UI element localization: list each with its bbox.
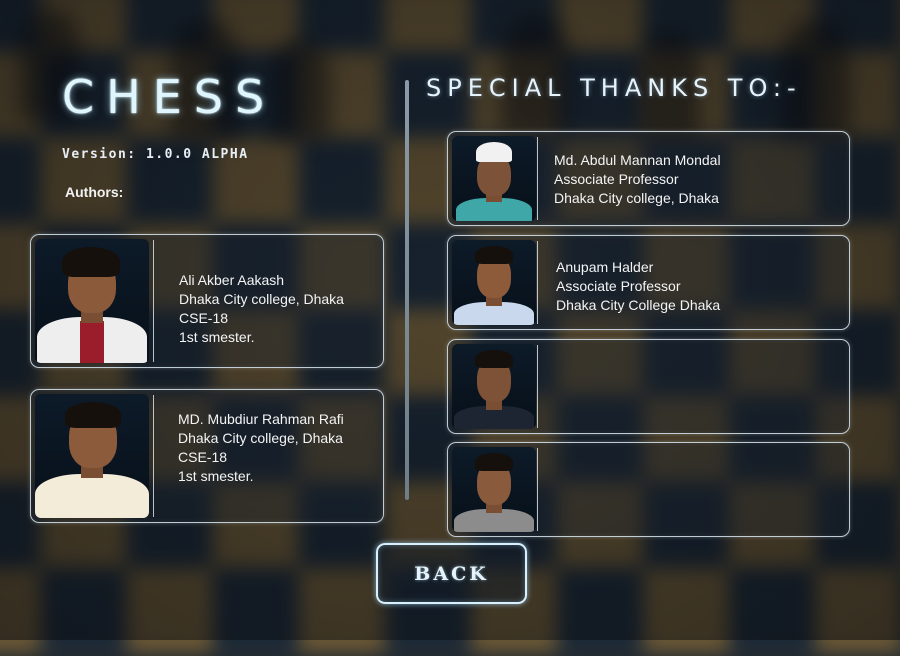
game-title: CHESS [62,70,277,124]
portrait-photo [35,239,149,363]
portrait-photo [452,240,536,325]
thanks-card [447,339,850,434]
thanks-card: Anupam Halder Associate Professor Dhaka … [447,235,850,330]
author-semester: 1st smester. [178,468,254,484]
thanks-college: Dhaka City college, Dhaka [554,190,719,206]
thanks-name: Anupam Halder [556,259,654,275]
back-button[interactable]: BACK [376,543,527,604]
card-divider [537,345,538,428]
card-divider [153,395,154,517]
author-name: MD. Mubdiur Rahman Rafi [178,411,344,427]
author-college: Dhaka City college, Dhaka [179,291,344,307]
portrait-photo [35,394,149,518]
credits-screen: CHESS Version: 1.0.0 ALPHA Authors: Ali … [0,0,900,640]
author-department: CSE-18 [178,449,228,465]
author-info: Ali Akber Aakash Dhaka City college, Dha… [179,271,344,347]
author-info: MD. Mubdiur Rahman Rafi Dhaka City colle… [178,410,344,486]
card-divider [153,240,154,362]
version-label: Version: 1.0.0 ALPHA [62,147,249,162]
thanks-card [447,442,850,537]
section-divider [405,80,409,500]
thanks-name: Md. Abdul Mannan Mondal [554,152,721,168]
thanks-card: Md. Abdul Mannan Mondal Associate Profes… [447,131,850,226]
thanks-college: Dhaka City College Dhaka [556,297,721,313]
thanks-title: Associate Professor [556,278,681,294]
card-divider [537,448,538,531]
author-card: Ali Akber Aakash Dhaka City college, Dha… [30,234,384,368]
authors-heading: Authors: [65,184,124,200]
portrait-photo [452,136,536,221]
card-divider [537,137,538,220]
thanks-info: Anupam Halder Associate Professor Dhaka … [556,258,720,315]
portrait-photo [452,344,536,429]
author-semester: 1st smester. [179,329,255,345]
special-thanks-heading: SPECIAL THANKS TO:- [426,74,802,102]
portrait-photo [452,447,536,532]
thanks-info: Md. Abdul Mannan Mondal Associate Profes… [554,151,721,208]
thanks-title: Associate Professor [554,171,679,187]
author-college: Dhaka City college, Dhaka [178,430,343,446]
author-name: Ali Akber Aakash [179,272,285,288]
author-department: CSE-18 [179,310,229,326]
back-button-label: BACK [414,562,489,585]
card-divider [537,241,538,324]
author-card: MD. Mubdiur Rahman Rafi Dhaka City colle… [30,389,384,523]
